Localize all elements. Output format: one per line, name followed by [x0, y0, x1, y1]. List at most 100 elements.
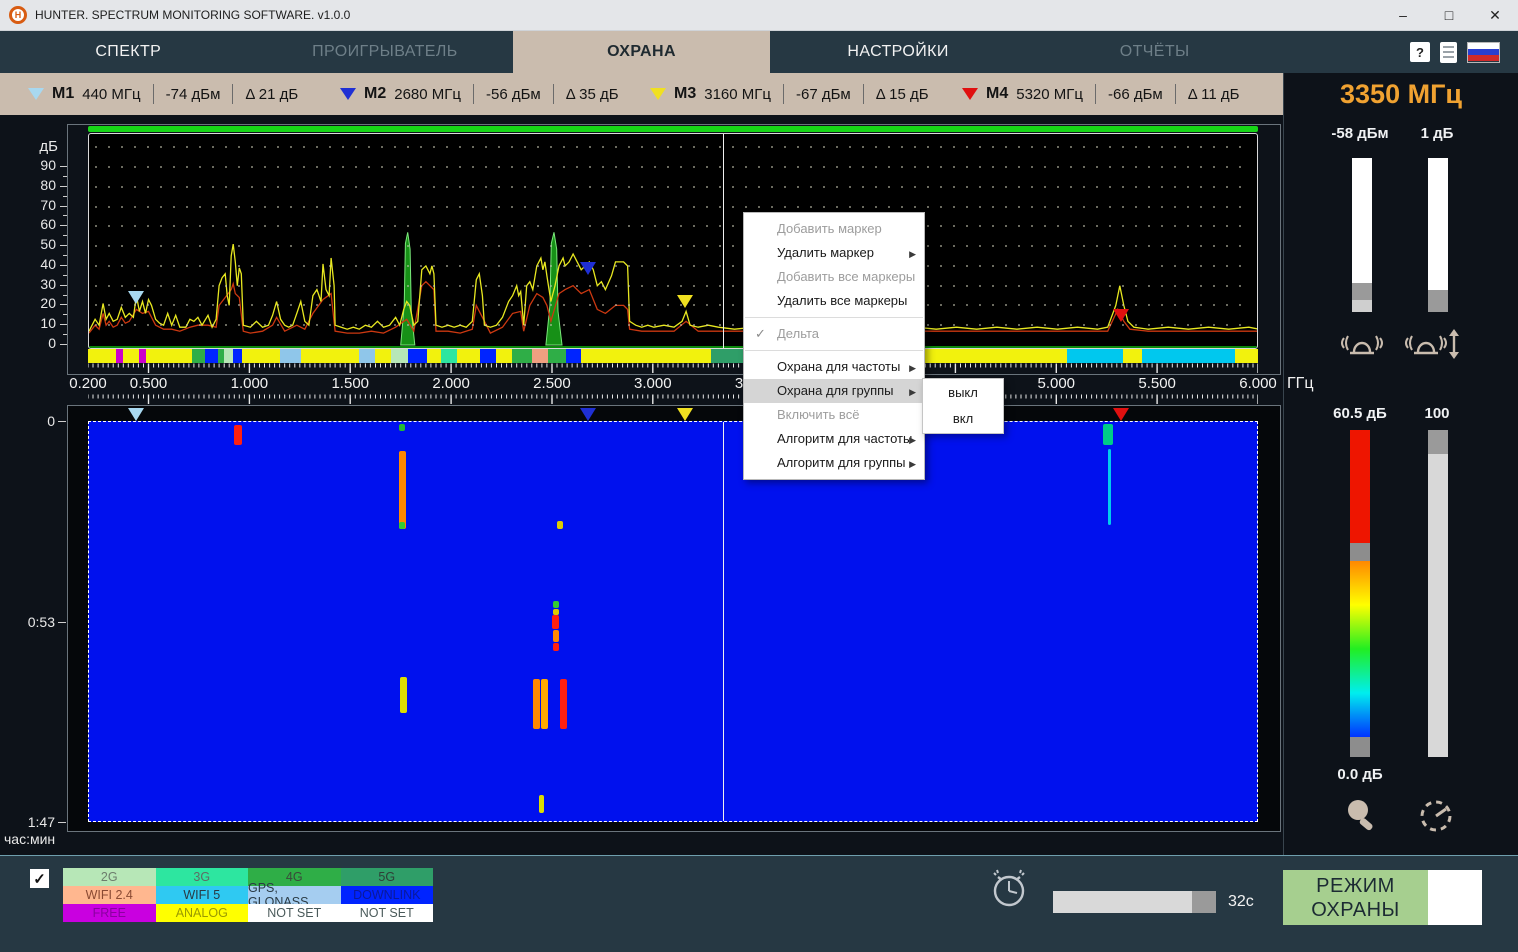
waterfall-signal-blip	[560, 679, 567, 729]
marker-m2-triangle-icon	[340, 88, 356, 100]
band-segment	[88, 349, 116, 363]
waterfall-marker-m1[interactable]	[128, 408, 144, 421]
submenu-item-вкл[interactable]: вкл	[923, 406, 1003, 432]
legend-cell: 5G	[341, 868, 434, 886]
hysteresis-slider-thumb[interactable]	[1428, 290, 1448, 312]
band-segment	[391, 349, 408, 363]
marker-readout-m3: M33160 МГц-67 дБмΔ 15 дБ	[650, 73, 929, 115]
band-segment	[532, 349, 548, 363]
band-segment	[408, 349, 427, 363]
tab-отчёты[interactable]: ОТЧЁТЫ	[1026, 31, 1283, 73]
help-icon[interactable]: ?	[1410, 42, 1430, 62]
waterfall-color-scale-slider[interactable]	[1350, 430, 1370, 757]
band-segment	[1123, 349, 1142, 363]
legend-cell: WIFI 5	[156, 886, 249, 904]
x-tick-label: 5.500	[1138, 375, 1176, 392]
band-segment	[146, 349, 192, 363]
tab-спектр[interactable]: СПЕКТР	[0, 31, 257, 73]
band-segment	[192, 349, 205, 363]
legend-cell: 3G	[156, 868, 249, 886]
menu-item[interactable]: Охрана для группы▶	[744, 379, 924, 403]
menu-item[interactable]: Охрана для частоты▶	[744, 355, 924, 379]
report-icon[interactable]	[1440, 42, 1457, 63]
menu-item: Добавить маркер	[744, 217, 924, 241]
spectrum-marker-m4[interactable]	[1113, 309, 1129, 322]
guard-mode-indicator	[1428, 870, 1482, 925]
band-segment	[512, 349, 532, 363]
scan-period-slider[interactable]	[1053, 891, 1216, 913]
timer-icon	[985, 864, 1033, 912]
submenu-arrow-icon: ▶	[909, 242, 916, 266]
language-flag-icon[interactable]	[1467, 42, 1500, 63]
band-segment	[1142, 349, 1235, 363]
color-scale-top-thumb[interactable]	[1350, 543, 1370, 561]
menu-item[interactable]: Удалить маркер▶	[744, 241, 924, 265]
spectrum-marker-m2[interactable]	[580, 262, 596, 275]
x-tick-label: 0.500	[130, 375, 168, 392]
guard-mode-button[interactable]: РЕЖИМ ОХРАНЫ	[1283, 870, 1482, 925]
guard-mode-label-line2: ОХРАНЫ	[1311, 898, 1400, 922]
y-tick-label: 0	[22, 335, 56, 351]
alarm-icon[interactable]	[1340, 326, 1384, 362]
scan-period-slider-thumb[interactable]	[1192, 891, 1216, 913]
minimize-button[interactable]: –	[1380, 0, 1426, 30]
alarm-hysteresis-value: 1 дБ	[1392, 125, 1482, 142]
color-scale-bottom-thumb[interactable]	[1350, 737, 1370, 757]
frequency-cursor-spectrum[interactable]	[723, 134, 724, 348]
submenu-arrow-icon: ▶	[909, 356, 916, 380]
waterfall-signal-blip	[399, 424, 405, 431]
marker-readout-m2: M22680 МГц-56 дБмΔ 35 дБ	[340, 73, 619, 115]
maximize-button[interactable]: □	[1426, 0, 1472, 30]
waterfall-marker-m2[interactable]	[580, 408, 596, 421]
tab-bar-icons: ?	[1410, 31, 1518, 73]
alarm-range-icon[interactable]	[1404, 326, 1464, 362]
menu-item[interactable]: Алгоритм для группы▶	[744, 451, 924, 475]
hysteresis-slider[interactable]	[1428, 158, 1448, 312]
tab-настройки[interactable]: НАСТРОЙКИ	[770, 31, 1027, 73]
spectrum-marker-m3[interactable]	[677, 295, 693, 308]
menu-item[interactable]: Удалить все маркеры	[744, 289, 924, 313]
tab-проигрыватель[interactable]: ПРОИГРЫВАТЕЛЬ	[257, 31, 514, 73]
tab-охрана[interactable]: ОХРАНА	[513, 31, 770, 73]
waterfall-opacity-slider[interactable]	[1428, 430, 1448, 757]
waterfall-plot[interactable]	[88, 421, 1258, 822]
cursor-frequency-display: 3350 МГц	[1283, 73, 1518, 115]
waterfall-signal-blip	[399, 522, 405, 529]
gauge-icon[interactable]	[1415, 795, 1457, 835]
time-tick-label: 0	[47, 413, 55, 429]
waterfall-signal-blip	[399, 451, 406, 529]
opacity-slider-thumb[interactable]	[1428, 430, 1448, 454]
band-segment	[480, 349, 496, 363]
waterfall-signal-blip	[1108, 449, 1111, 525]
close-button[interactable]: ✕	[1472, 0, 1518, 30]
frequency-cursor-waterfall[interactable]	[723, 422, 724, 821]
waterfall-marker-m4[interactable]	[1113, 408, 1129, 421]
x-tick-label: 5.000	[1037, 375, 1075, 392]
spectrum-marker-m1[interactable]	[128, 291, 144, 304]
spectrum-plot[interactable]	[88, 133, 1258, 349]
waterfall-marker-m3[interactable]	[677, 408, 693, 421]
band-segment	[301, 349, 360, 363]
waterfall-signal-blip	[539, 795, 544, 813]
submenu-item-выкл[interactable]: выкл	[923, 380, 1003, 406]
band-segment	[359, 349, 375, 363]
band-segment	[496, 349, 511, 363]
context-submenu: выклвкл	[922, 378, 1004, 434]
y-tick-label: 40	[22, 256, 56, 272]
zoom-tool-icon[interactable]	[1341, 795, 1381, 835]
waterfall-signal-blip	[557, 521, 563, 529]
band-segment	[375, 349, 390, 363]
y-axis-unit: дБ	[39, 138, 58, 155]
x-tick-label: 6.000	[1239, 375, 1277, 392]
threshold-slider-thumb[interactable]	[1352, 283, 1372, 300]
menu-item[interactable]: Алгоритм для частоты▶	[744, 427, 924, 451]
tabs: СПЕКТРПРОИГРЫВАТЕЛЬОХРАНАНАСТРОЙКИОТЧЁТЫ	[0, 31, 1283, 73]
frequency-classification-band	[88, 349, 1258, 363]
color-scale-min-label: 0.0 дБ	[1315, 766, 1405, 783]
band-segment	[205, 349, 218, 363]
title-bar: H HUNTER. SPECTRUM MONITORING SOFTWARE. …	[0, 0, 1518, 31]
legend-cell: GPS, GLONASS	[248, 886, 341, 904]
threshold-slider[interactable]	[1352, 158, 1372, 312]
legend-cell: ANALOG	[156, 904, 249, 922]
legend-checkbox[interactable]: ✓	[30, 869, 49, 888]
